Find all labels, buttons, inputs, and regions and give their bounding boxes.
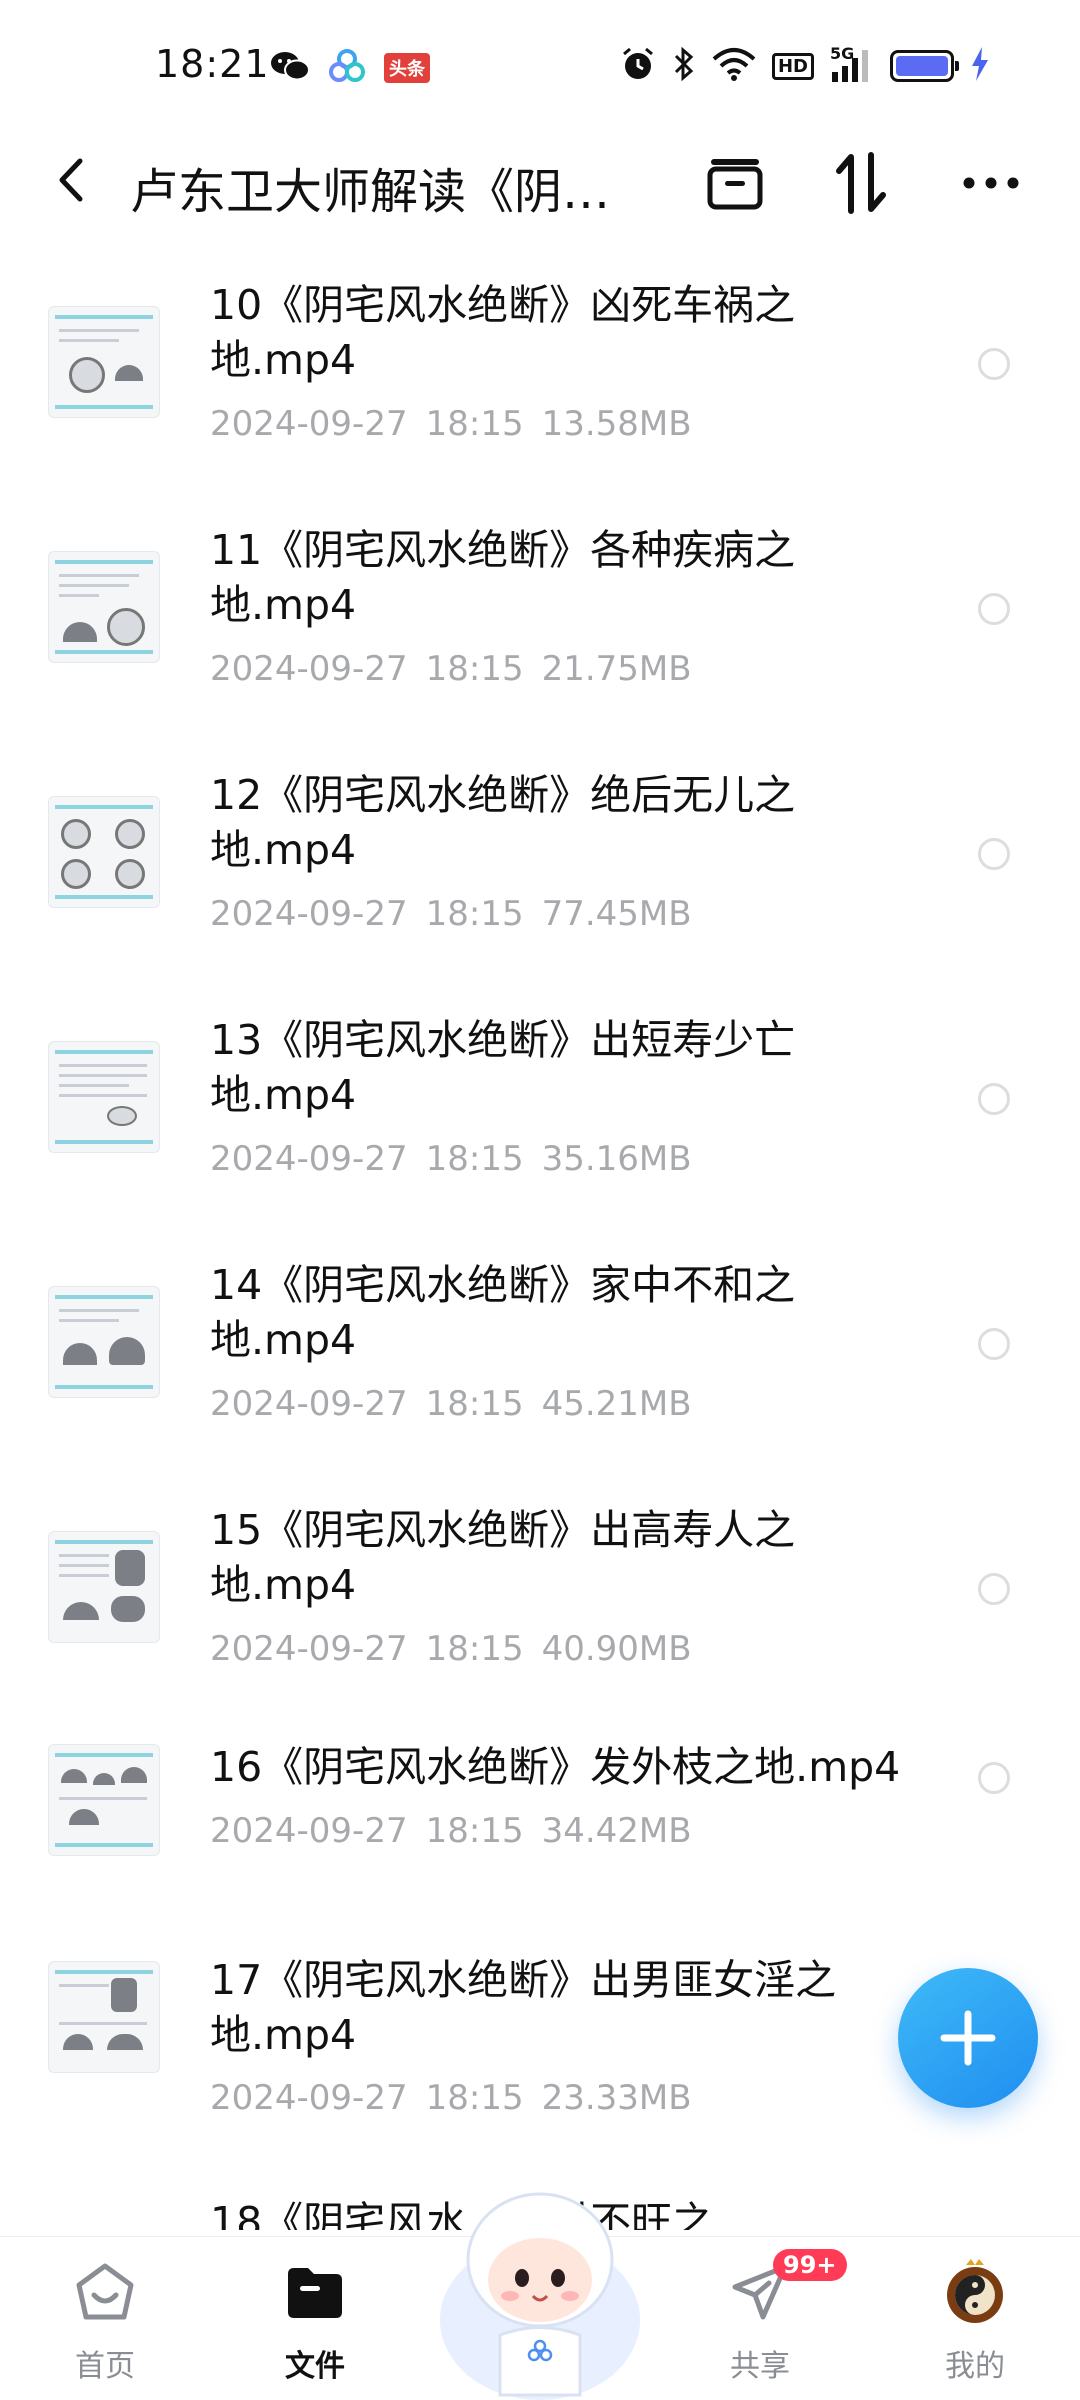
file-name: 16《阴宅风水绝断》发外枝之地.mp4 [210, 1743, 901, 1791]
mascot-button[interactable] [430, 2170, 650, 2400]
page-title: 卢东卫大师解读《阴… [130, 164, 611, 220]
list-item[interactable]: 15《阴宅风水绝断》出高寿人之地.mp4 2024-09-27 18:15 40.9… [0, 1495, 1080, 1725]
header: 卢东卫大师解读《阴… [0, 130, 1080, 230]
plus-icon [940, 2010, 996, 2066]
select-radio[interactable] [978, 1762, 1010, 1794]
list-item[interactable]: 13《阴宅风水绝断》出短寿少亡地.mp4 2024-09-27 18:15 35.1… [0, 1005, 1080, 1235]
file-name: 17《阴宅风水绝断》出男匪女淫之地.mp4 [210, 1956, 837, 2059]
file-meta: 2024-09-27 18:15 35.16MB [210, 1139, 692, 1179]
video-thumbnail [48, 1961, 160, 2073]
app-icon [328, 48, 366, 88]
nav-label: 共享 [730, 2349, 790, 2384]
mascot-icon [440, 2192, 640, 2400]
video-thumbnail [48, 306, 160, 418]
video-thumbnail [48, 1041, 160, 1153]
charging-icon [970, 47, 990, 85]
select-radio[interactable] [978, 1328, 1010, 1360]
nav-item-files[interactable]: 文件 [235, 2257, 395, 2385]
add-button[interactable] [898, 1968, 1038, 2108]
select-all-button[interactable] [700, 148, 770, 218]
status-time: 18:21 [155, 42, 270, 86]
file-meta: 2024-09-27 18:15 13.58MB [210, 404, 692, 444]
file-name: 13《阴宅风水绝断》出短寿少亡地.mp4 [210, 1016, 796, 1119]
list-item[interactable]: 14《阴宅风水绝断》家中不和之地.mp4 2024-09-27 18:15 45.2… [0, 1250, 1080, 1480]
file-meta: 2024-09-27 18:15 40.90MB [210, 1629, 692, 1669]
chevron-left-icon [59, 158, 83, 202]
select-radio[interactable] [978, 593, 1010, 625]
file-meta: 2024-09-27 18:15 21.75MB [210, 649, 692, 689]
video-thumbnail [48, 796, 160, 908]
wifi-icon [712, 47, 756, 85]
wechat-icon [270, 49, 310, 87]
share-icon: 99+ [725, 2249, 847, 2327]
status-left-icons: 头条 [270, 48, 430, 88]
file-list: 10《阴宅风水绝断》凶死车祸之地.mp4 2024-09-27 18:15 13.5… [0, 270, 1080, 2230]
list-item[interactable]: 16《阴宅风水绝断》发外枝之地.mp4 2024-09-27 18:15 34.42… [0, 1740, 1080, 1930]
file-meta: 2024-09-27 18:15 34.42MB [210, 1811, 692, 1851]
back-button[interactable] [40, 150, 100, 210]
bluetooth-icon [672, 46, 696, 86]
list-item[interactable]: 11《阴宅风水绝断》各种疾病之地.mp4 2024-09-27 18:15 21.7… [0, 515, 1080, 745]
file-meta: 2024-09-27 18:15 23.33MB [210, 2078, 692, 2118]
more-button[interactable] [956, 148, 1026, 218]
status-right-icons: HD 5G [620, 44, 990, 86]
nav-label: 我的 [945, 2349, 1005, 2384]
file-name: 11《阴宅风水绝断》各种疾病之地.mp4 [210, 526, 796, 629]
more-icon [963, 177, 1019, 189]
profile-avatar-icon [940, 2257, 1010, 2327]
file-name: 10《阴宅风水绝断》凶死车祸之地.mp4 [210, 281, 796, 384]
select-radio[interactable] [978, 348, 1010, 380]
status-bar: 18:21 头条 HD 5G [0, 0, 1080, 130]
toutiao-icon: 头条 [384, 53, 430, 83]
signal-5g-icon: 5G [830, 44, 874, 84]
nav-item-me[interactable]: 我的 [895, 2257, 1055, 2385]
video-thumbnail [48, 551, 160, 663]
folder-icon [280, 2257, 350, 2327]
video-thumbnail [48, 1744, 160, 1856]
hd-icon: HD [771, 52, 814, 80]
list-item[interactable]: 12《阴宅风水绝断》绝后无儿之地.mp4 2024-09-27 18:15 77.4… [0, 760, 1080, 990]
file-name: 15《阴宅风水绝断》出高寿人之地.mp4 [210, 1506, 796, 1609]
home-icon [70, 2257, 140, 2327]
nav-item-share[interactable]: 99+ 共享 [680, 2249, 847, 2385]
list-item[interactable]: 10《阴宅风水绝断》凶死车祸之地.mp4 2024-09-27 18:15 13.5… [0, 270, 1080, 500]
file-name: 14《阴宅风水绝断》家中不和之地.mp4 [210, 1261, 796, 1364]
select-radio[interactable] [978, 1573, 1010, 1605]
select-all-icon [707, 159, 763, 210]
alarm-icon [620, 46, 656, 86]
video-thumbnail [48, 1286, 160, 1398]
video-thumbnail [48, 1531, 160, 1643]
sort-button[interactable] [826, 148, 896, 218]
nav-label: 首页 [75, 2349, 135, 2384]
nav-label: 文件 [285, 2349, 345, 2384]
notification-badge: 99+ [773, 2249, 847, 2281]
select-radio[interactable] [978, 1083, 1010, 1115]
sort-icon [836, 152, 886, 214]
file-name: 12《阴宅风水绝断》绝后无儿之地.mp4 [210, 771, 796, 874]
select-radio[interactable] [978, 838, 1010, 870]
file-meta: 2024-09-27 18:15 77.45MB [210, 894, 692, 934]
nav-item-home[interactable]: 首页 [25, 2257, 185, 2385]
battery-icon [890, 50, 959, 82]
file-meta: 2024-09-27 18:15 45.21MB [210, 1384, 692, 1424]
